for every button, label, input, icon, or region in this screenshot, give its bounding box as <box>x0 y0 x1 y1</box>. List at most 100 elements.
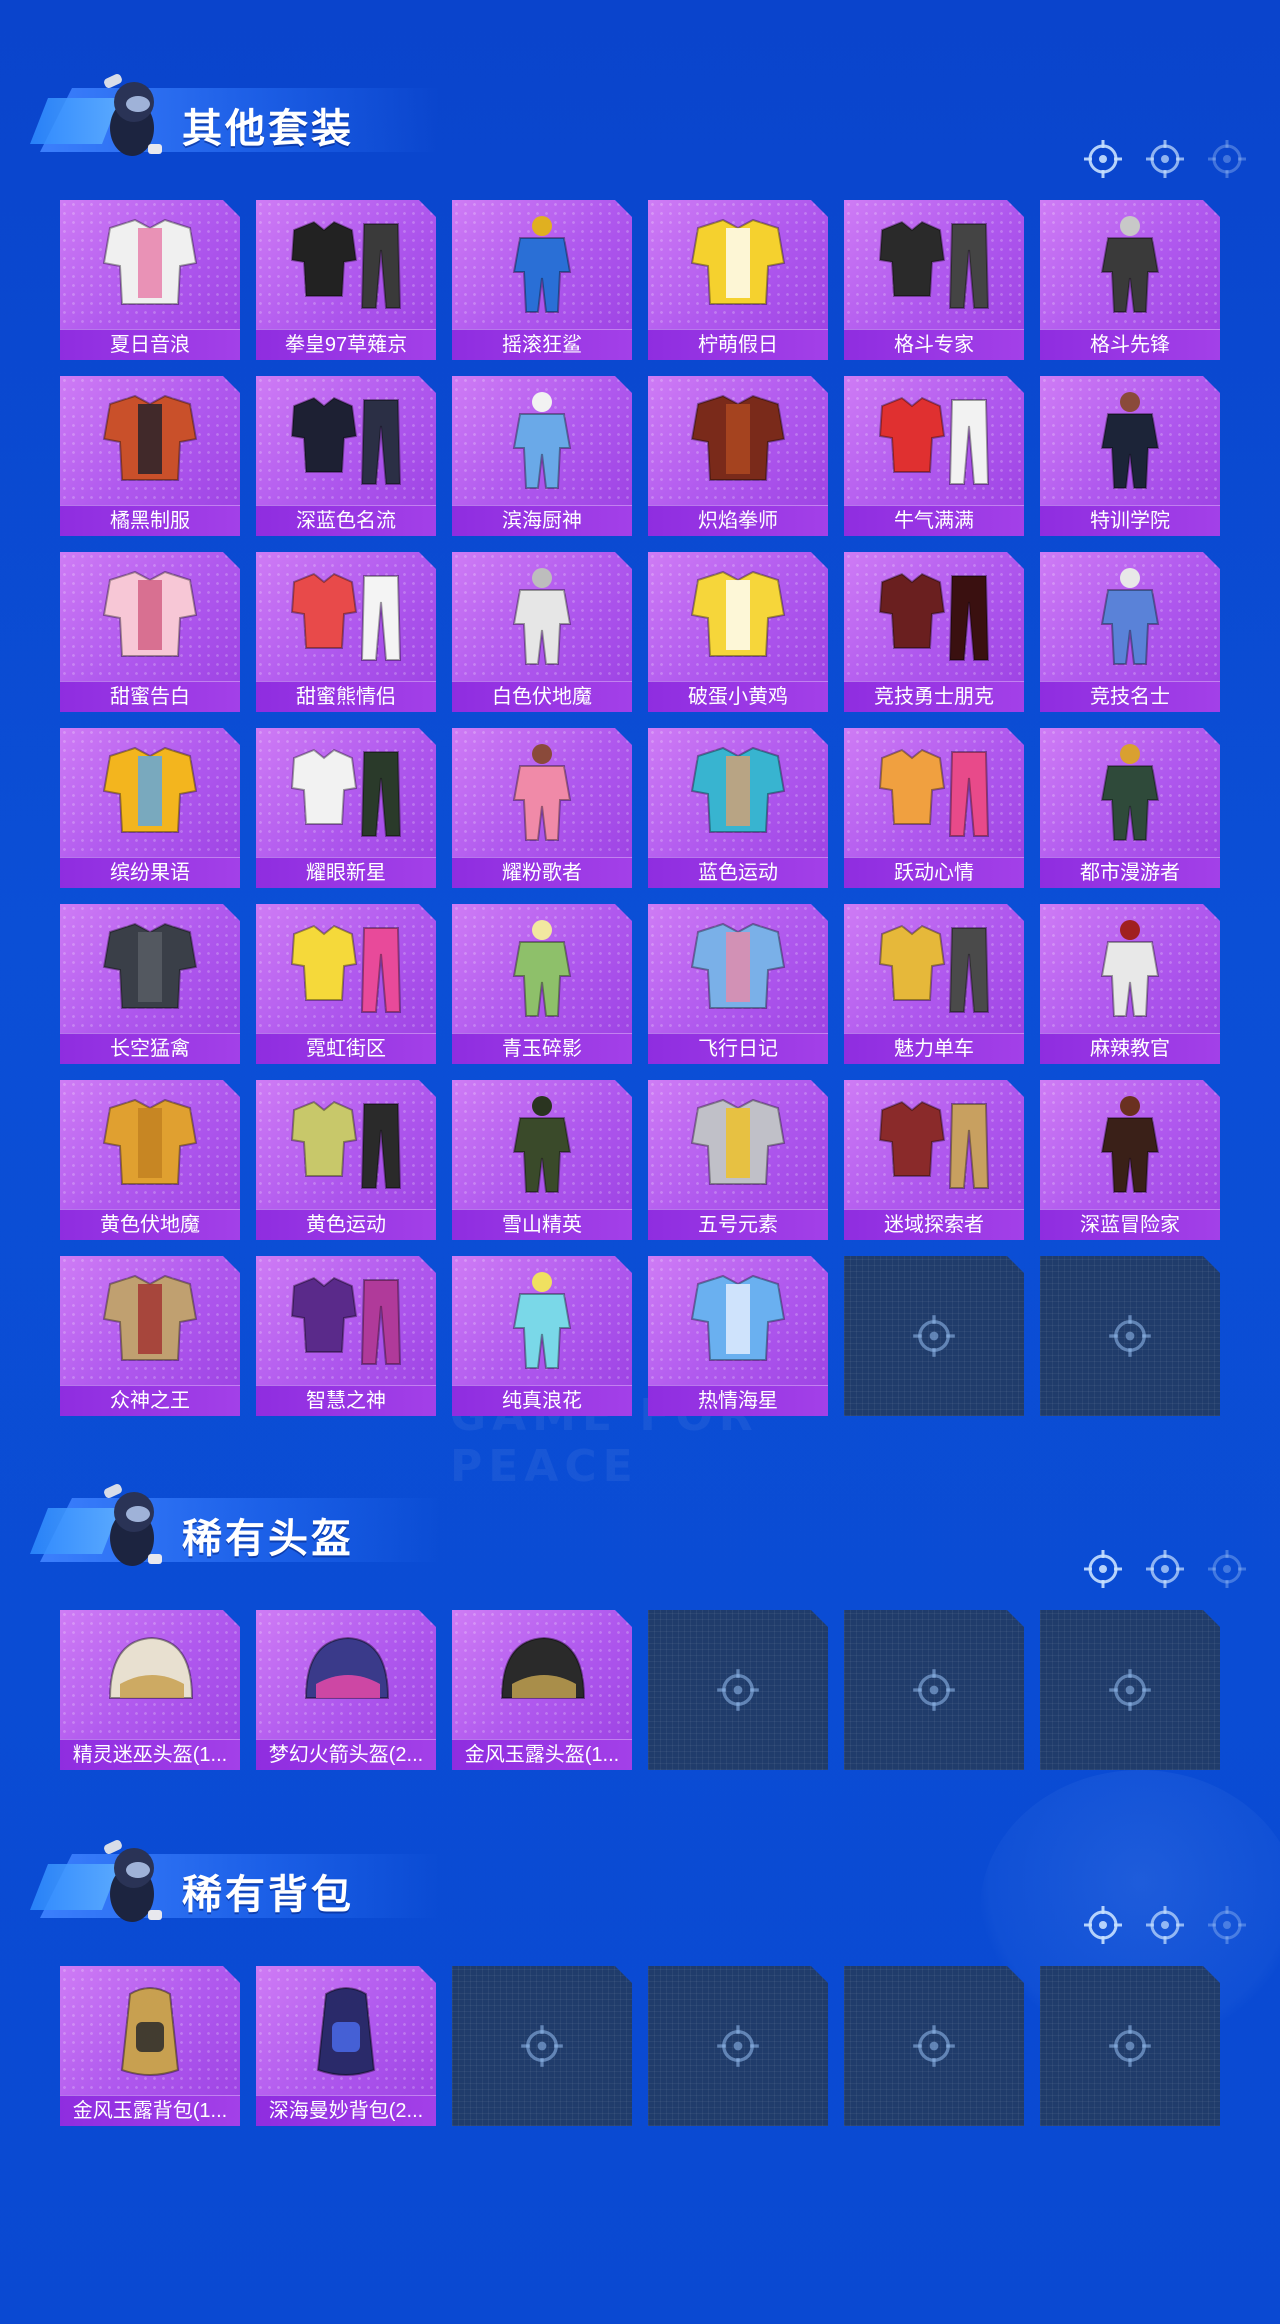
empty-slot-target-icon <box>717 1669 759 1711</box>
item-card[interactable]: 缤纷果语 <box>60 728 240 888</box>
item-card[interactable]: 摇滚狂鲨 <box>452 200 632 360</box>
item-card[interactable]: 飞行日记 <box>648 904 828 1064</box>
item-card[interactable]: 智慧之神 <box>256 1256 436 1416</box>
item-card[interactable]: 深蓝冒险家 <box>1040 1080 1220 1240</box>
empty-slot <box>844 1610 1024 1770</box>
item-card[interactable]: 长空猛禽 <box>60 904 240 1064</box>
empty-slot <box>648 1966 828 2126</box>
item-card[interactable]: 柠萌假日 <box>648 200 828 360</box>
item-card[interactable]: 精灵迷巫头盔(1... <box>60 1610 240 1770</box>
item-label: 破蛋小黄鸡 <box>648 681 828 712</box>
item-card[interactable]: 麻辣教官 <box>1040 904 1220 1064</box>
item-card[interactable]: 白色伏地魔 <box>452 552 632 712</box>
empty-slot-target-icon <box>913 2025 955 2067</box>
item-card[interactable]: 五号元素 <box>648 1080 828 1240</box>
helmet-image <box>108 1636 194 1699</box>
item-label: 智慧之神 <box>256 1385 436 1416</box>
item-image <box>690 1274 786 1361</box>
item-card[interactable]: 金风玉露背包(1... <box>60 1966 240 2126</box>
item-card[interactable]: 雪山精英 <box>452 1080 632 1240</box>
item-card[interactable]: 竞技勇士朋克 <box>844 552 1024 712</box>
item-image <box>1100 568 1160 665</box>
mascot-icon <box>104 73 162 156</box>
section-suit: 其他套装夏日音浪 拳皇97草薙京 摇滚狂鲨 柠萌假日 格斗专家 格斗先锋橘黑制服 深蓝色名流… <box>0 40 1280 1416</box>
item-card[interactable]: 甜蜜告白 <box>60 552 240 712</box>
item-card[interactable]: 跃动心情 <box>844 728 1024 888</box>
item-label: 柠萌假日 <box>648 329 828 360</box>
item-card[interactable]: 魅力单车 <box>844 904 1024 1064</box>
item-card[interactable]: 拳皇97草薙京 <box>256 200 436 360</box>
backpack-image <box>120 1987 180 2076</box>
target-icon <box>1084 1550 1122 1588</box>
item-card[interactable]: 纯真浪花 <box>452 1256 632 1416</box>
item-card[interactable]: 蓝色运动 <box>648 728 828 888</box>
item-image <box>878 220 990 309</box>
item-card[interactable]: 金风玉露头盔(1... <box>452 1610 632 1770</box>
item-card[interactable]: 众神之王 <box>60 1256 240 1416</box>
item-label: 麻辣教官 <box>1040 1033 1220 1064</box>
item-card[interactable]: 牛气满满 <box>844 376 1024 536</box>
target-icon <box>1084 140 1122 178</box>
item-grid: 夏日音浪 拳皇97草薙京 摇滚狂鲨 柠萌假日 格斗专家 格斗先锋橘黑制服 深蓝色名流 滨海厨神… <box>60 200 1220 1416</box>
item-image <box>290 924 402 1013</box>
section-header: 稀有背包 <box>0 1806 1280 1944</box>
item-grid: 金风玉露背包(1... 深海曼妙背包(2... <box>60 1966 1220 2126</box>
item-card[interactable]: 橘黑制服 <box>60 376 240 536</box>
item-card[interactable]: 格斗先锋 <box>1040 200 1220 360</box>
item-label: 雪山精英 <box>452 1209 632 1240</box>
item-card[interactable]: 深蓝色名流 <box>256 376 436 536</box>
item-label: 夏日音浪 <box>60 329 240 360</box>
item-label: 竞技名士 <box>1040 681 1220 712</box>
section-header: 稀有头盔 <box>0 1450 1280 1588</box>
item-card[interactable]: 滨海厨神 <box>452 376 632 536</box>
empty-slot <box>1040 1256 1220 1416</box>
item-card[interactable]: 黄色伏地魔 <box>60 1080 240 1240</box>
item-card[interactable]: 梦幻火箭头盔(2... <box>256 1610 436 1770</box>
item-card[interactable]: 特训学院 <box>1040 376 1220 536</box>
item-card[interactable]: 格斗专家 <box>844 200 1024 360</box>
item-label: 魅力单车 <box>844 1033 1024 1064</box>
item-card[interactable]: 耀眼新星 <box>256 728 436 888</box>
item-image <box>102 218 198 305</box>
item-label: 迷域探索者 <box>844 1209 1024 1240</box>
item-card[interactable]: 耀粉歌者 <box>452 728 632 888</box>
item-card[interactable]: 都市漫游者 <box>1040 728 1220 888</box>
target-icon <box>1208 140 1246 178</box>
item-label: 深蓝冒险家 <box>1040 1209 1220 1240</box>
item-image <box>690 922 786 1009</box>
item-image <box>102 1274 198 1361</box>
item-card[interactable]: 青玉碎影 <box>452 904 632 1064</box>
item-image <box>512 1096 572 1193</box>
empty-slot <box>844 1256 1024 1416</box>
item-label: 牛气满满 <box>844 505 1024 536</box>
item-card[interactable]: 破蛋小黄鸡 <box>648 552 828 712</box>
empty-slot <box>1040 1610 1220 1770</box>
item-card[interactable]: 夏日音浪 <box>60 200 240 360</box>
target-icon <box>1208 1906 1246 1944</box>
item-label: 梦幻火箭头盔(2... <box>256 1739 436 1770</box>
item-label: 霓虹街区 <box>256 1033 436 1064</box>
item-label: 黄色伏地魔 <box>60 1209 240 1240</box>
section-header: 其他套装 <box>0 40 1280 178</box>
item-image <box>878 396 990 485</box>
item-card[interactable]: 深海曼妙背包(2... <box>256 1966 436 2126</box>
item-card[interactable]: 竞技名士 <box>1040 552 1220 712</box>
item-label: 耀粉歌者 <box>452 857 632 888</box>
item-image <box>512 216 572 313</box>
item-image <box>512 744 572 841</box>
section-backpack: 稀有背包金风玉露背包(1... 深海曼妙背包(2... <box>0 1806 1280 2126</box>
item-card[interactable]: 黄色运动 <box>256 1080 436 1240</box>
item-card[interactable]: 甜蜜熊情侣 <box>256 552 436 712</box>
item-label: 竞技勇士朋克 <box>844 681 1024 712</box>
item-label: 金风玉露背包(1... <box>60 2095 240 2126</box>
item-card[interactable]: 炽焰拳师 <box>648 376 828 536</box>
item-image <box>1100 392 1160 489</box>
item-card[interactable]: 热情海星 <box>648 1256 828 1416</box>
item-card[interactable]: 霓虹街区 <box>256 904 436 1064</box>
item-label: 跃动心情 <box>844 857 1024 888</box>
item-label: 格斗先锋 <box>1040 329 1220 360</box>
item-label: 深海曼妙背包(2... <box>256 2095 436 2126</box>
empty-slot-target-icon <box>521 2025 563 2067</box>
target-icon <box>1146 1906 1184 1944</box>
item-card[interactable]: 迷域探索者 <box>844 1080 1024 1240</box>
